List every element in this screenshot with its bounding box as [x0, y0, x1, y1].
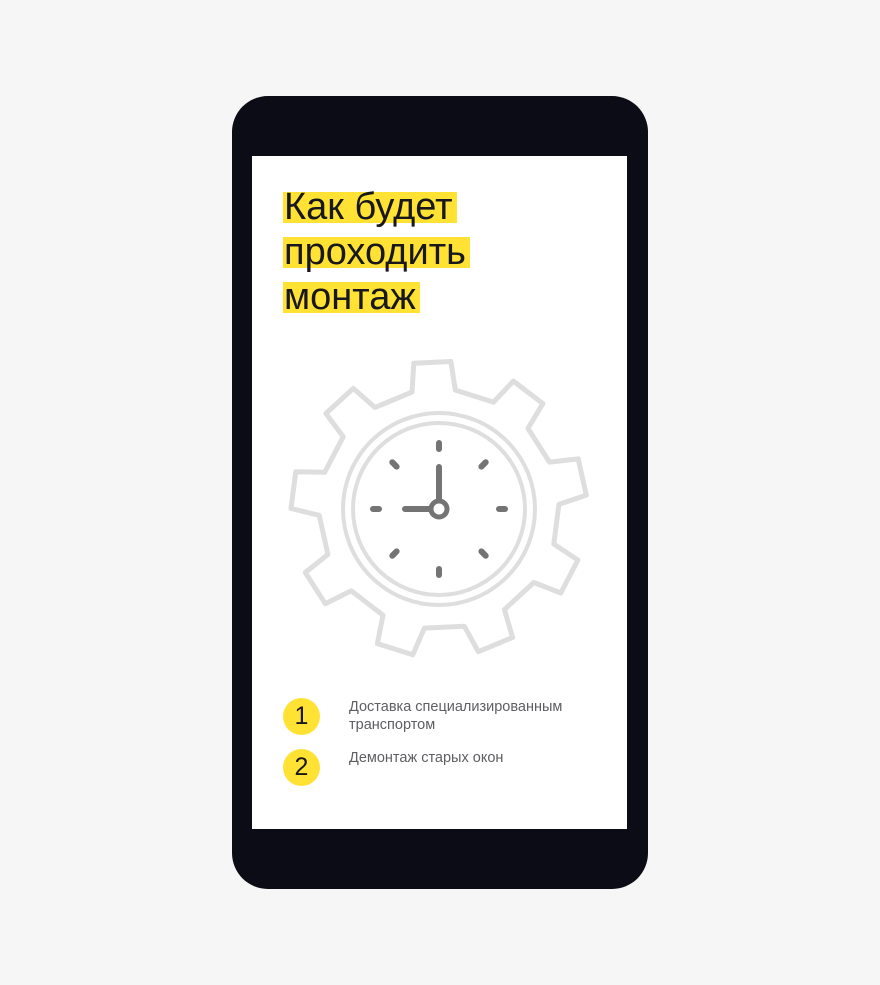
page-title: Как будет проходить монтаж	[283, 185, 603, 320]
clock-tick-mark	[389, 459, 400, 470]
step-item-1: 1 Доставка специализированным транспорто…	[283, 698, 603, 735]
title-line-3: монтаж	[283, 275, 420, 320]
step-text: Доставка специализированным транспортом	[349, 699, 563, 733]
clock-tick-mark	[478, 548, 489, 559]
clock-tick-mark	[389, 548, 400, 559]
step-text: Демонтаж старых окон	[349, 750, 504, 766]
step-number-badge: 1	[283, 698, 320, 735]
clock-tick-mark	[478, 459, 489, 470]
title-line-2: проходить	[283, 230, 470, 275]
step-item-2: 2 Демонтаж старых окон	[283, 749, 603, 786]
step-number-badge: 2	[283, 749, 320, 786]
phone-screen: Как будет проходить монтаж 1 Доставка сп…	[252, 156, 627, 829]
gear-clock-illustration	[285, 353, 593, 665]
steps-list: 1 Доставка специализированным транспорто…	[283, 698, 603, 800]
clock-center-hub	[428, 498, 450, 520]
title-line-1: Как будет	[283, 185, 457, 230]
gear-clock-icon	[288, 359, 589, 658]
phone-frame: Как будет проходить монтаж 1 Доставка сп…	[232, 96, 648, 889]
